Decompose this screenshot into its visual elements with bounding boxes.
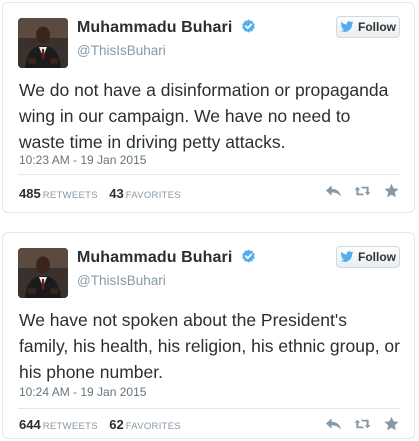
favorite-count[interactable]: 62 xyxy=(109,417,123,432)
tweet-actions xyxy=(325,183,400,199)
avatar-photo xyxy=(18,248,68,298)
tweet-timestamp[interactable]: 10:24 AM - 19 Jan 2015 xyxy=(19,385,146,399)
author-name[interactable]: Muhammadu Buhari xyxy=(77,249,232,266)
author-handle[interactable]: @ThisIsBuhari xyxy=(77,43,166,58)
retweet-count-label[interactable]: RETWEETS xyxy=(43,190,98,201)
favorite-count-label[interactable]: FAVORITES xyxy=(126,190,181,201)
tweet-card: Muhammadu Buhari @ThisIsBuhari Follow We… xyxy=(2,2,415,213)
reply-icon[interactable] xyxy=(325,416,342,432)
tweet-stats: 644 RETWEETS 62 FAVORITES xyxy=(19,417,189,432)
twitter-bird-icon xyxy=(340,251,354,262)
avatar[interactable] xyxy=(18,18,68,68)
reply-icon[interactable] xyxy=(325,183,342,199)
tweet-timestamp[interactable]: 10:23 AM - 19 Jan 2015 xyxy=(19,153,146,167)
twitter-bird-icon xyxy=(340,21,354,32)
retweet-icon[interactable] xyxy=(354,183,371,199)
retweet-count[interactable]: 644 xyxy=(19,417,41,432)
author-name[interactable]: Muhammadu Buhari xyxy=(77,19,232,36)
tweet-text: We have not spoken about the President's… xyxy=(19,310,400,382)
avatar-photo xyxy=(18,18,68,68)
retweet-icon[interactable] xyxy=(354,416,371,432)
author-name-row: Muhammadu Buhari xyxy=(77,249,256,267)
retweet-count-label[interactable]: RETWEETS xyxy=(43,421,98,432)
author-handle[interactable]: @ThisIsBuhari xyxy=(77,273,166,288)
follow-button-label: Follow xyxy=(358,20,396,34)
verified-badge-icon xyxy=(241,19,255,33)
tweet-stats: 485 RETWEETS 43 FAVORITES xyxy=(19,186,189,201)
author-name-row: Muhammadu Buhari xyxy=(77,19,256,37)
star-icon[interactable] xyxy=(383,183,400,199)
follow-button[interactable]: Follow xyxy=(336,16,400,38)
divider xyxy=(18,408,400,409)
retweet-count[interactable]: 485 xyxy=(19,186,41,201)
tweet-card: Muhammadu Buhari @ThisIsBuhari Follow We… xyxy=(2,232,415,439)
tweet-actions xyxy=(325,416,400,432)
tweet-text: We do not have a disinformation or propa… xyxy=(19,80,389,152)
verified-badge-icon xyxy=(241,249,255,263)
star-icon[interactable] xyxy=(383,416,400,432)
follow-button-label: Follow xyxy=(358,250,396,264)
avatar[interactable] xyxy=(18,248,68,298)
divider xyxy=(18,174,400,175)
favorite-count[interactable]: 43 xyxy=(109,186,123,201)
follow-button[interactable]: Follow xyxy=(336,246,400,268)
favorite-count-label[interactable]: FAVORITES xyxy=(126,421,181,432)
